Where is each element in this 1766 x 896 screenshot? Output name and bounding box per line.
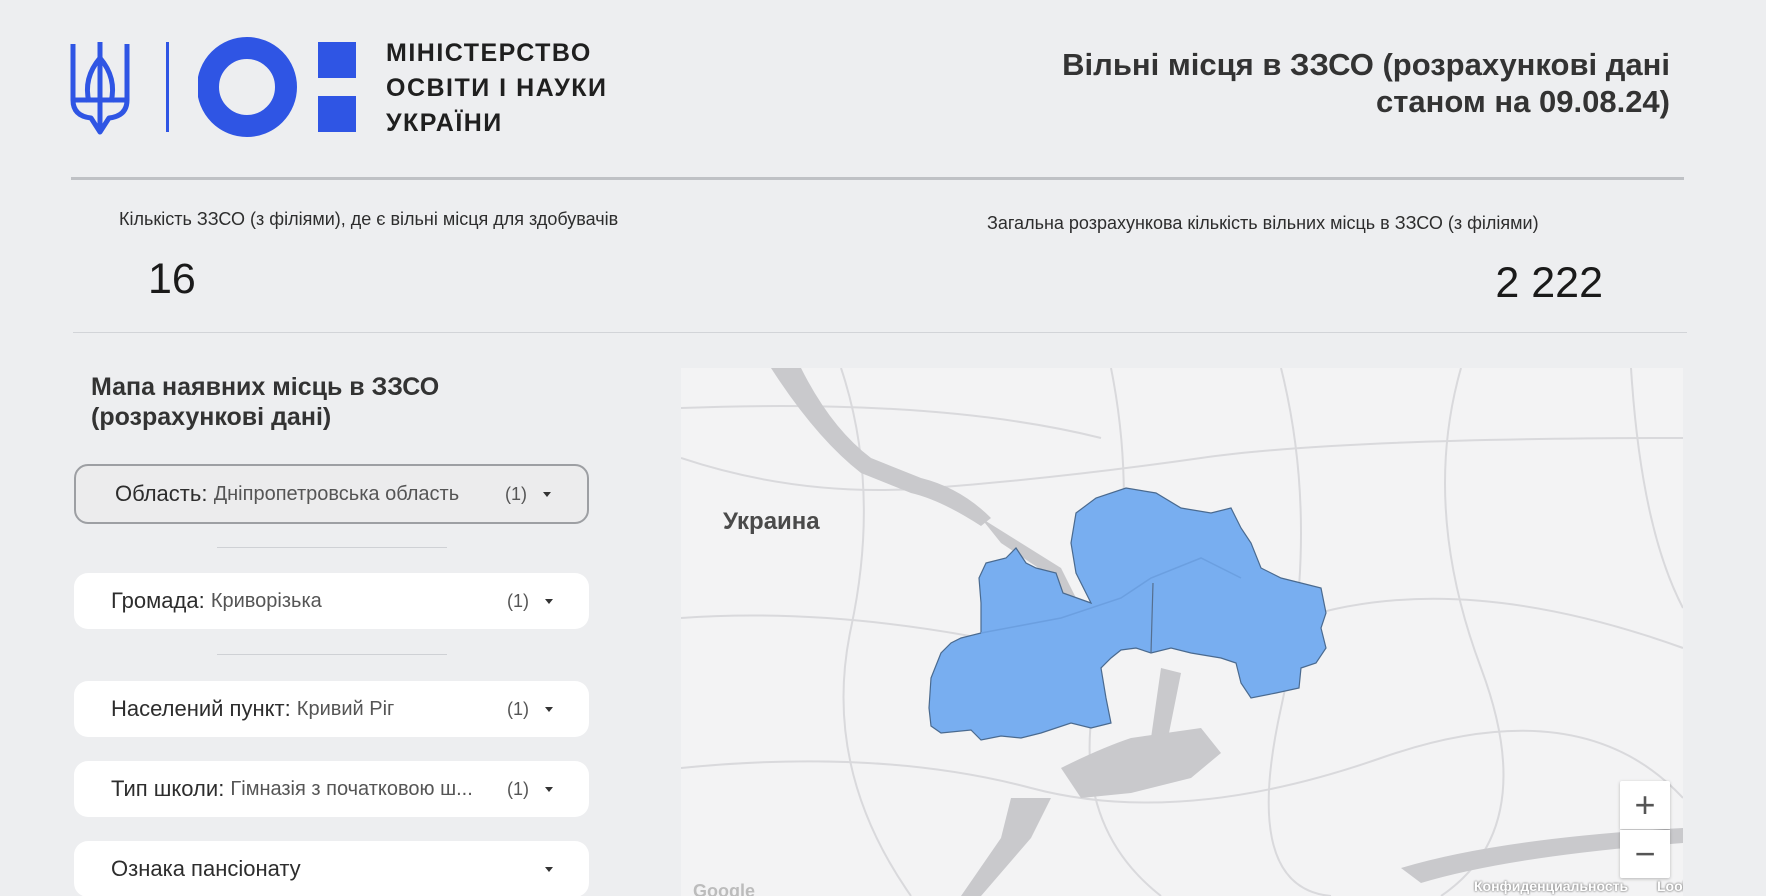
filter-value: Дніпропетровська область bbox=[213, 482, 460, 505]
map-section-title-line: (розрахункові дані) bbox=[91, 403, 332, 431]
map-section-title-line: Мапа наявних місць в ЗЗСО bbox=[91, 373, 440, 401]
map-section-title: Мапа наявних місць в ЗЗСО (розрахункові … bbox=[91, 372, 611, 432]
report-title: Вільні місця в ЗЗСО (розрахункові дані с… bbox=[910, 46, 1670, 120]
kpi-divider bbox=[73, 332, 1687, 333]
filter-hromada[interactable]: Громада: Криворізька (1) bbox=[74, 573, 589, 629]
map-view[interactable]: Украина + − Google Конфиденциальность Lo… bbox=[681, 368, 1683, 896]
logo-divider bbox=[166, 42, 169, 132]
privacy-link[interactable]: Конфиденциальность bbox=[1474, 878, 1628, 894]
looker-studio-link[interactable]: Looker Studio bbox=[1657, 878, 1683, 894]
caret-down-icon bbox=[545, 866, 553, 872]
report-title-line: Вільні місця в ЗЗСО (розрахункові дані bbox=[1062, 47, 1670, 82]
filter-separator bbox=[217, 654, 447, 655]
report-title-line: станом на 09.08.24) bbox=[1375, 84, 1670, 119]
filter-count: (1) bbox=[507, 698, 529, 719]
filter-name: Ознака пансіонату bbox=[111, 856, 301, 881]
caret-down-icon bbox=[545, 598, 553, 604]
caret-down-icon bbox=[545, 786, 553, 792]
ministry-name: МІНІСТЕРСТВО ОСВІТИ І НАУКИ УКРАЇНИ bbox=[386, 36, 608, 141]
ministry-name-line: МІНІСТЕРСТВО bbox=[386, 39, 592, 67]
kpi-schools-value: 16 bbox=[148, 255, 196, 303]
filter-value: Гімназія з початковою ш... bbox=[230, 777, 473, 800]
filter-boarding[interactable]: Ознака пансіонату bbox=[74, 841, 589, 896]
trident-icon bbox=[70, 42, 130, 135]
caret-down-icon bbox=[545, 706, 553, 712]
filter-school-type[interactable]: Тип школи: Гімназія з початковою ш... (1… bbox=[74, 761, 589, 817]
filter-oblast[interactable]: Область: Дніпропетровська область (1) bbox=[74, 464, 589, 524]
zoom-in-button[interactable]: + bbox=[1620, 781, 1670, 829]
zoom-out-button[interactable]: − bbox=[1620, 830, 1670, 878]
filter-count: (1) bbox=[507, 778, 529, 799]
filter-name: Тип школи bbox=[111, 776, 219, 801]
map-basemap bbox=[681, 368, 1683, 896]
kpi-seats-value: 2 222 bbox=[1495, 259, 1603, 307]
filter-name: Область bbox=[115, 481, 202, 506]
filter-settlement[interactable]: Населений пункт: Кривий Ріг (1) bbox=[74, 681, 589, 737]
caret-down-icon bbox=[543, 491, 551, 497]
kpi-schools-label: Кількість ЗЗСО (з філіями), де є вільні … bbox=[119, 209, 619, 229]
filter-count: (1) bbox=[507, 590, 529, 611]
filter-name: Населений пункт bbox=[111, 696, 285, 721]
ministry-name-line: УКРАЇНИ bbox=[386, 109, 503, 137]
dashboard-page: МІНІСТЕРСТВО ОСВІТИ І НАУКИ УКРАЇНИ Віль… bbox=[0, 0, 1766, 896]
google-logo: Google bbox=[693, 881, 755, 896]
filter-separator bbox=[217, 547, 447, 548]
filter-value: Криворізька bbox=[210, 589, 322, 612]
filter-count: (1) bbox=[505, 483, 527, 504]
header-divider bbox=[71, 177, 1684, 180]
kpi-seats-label: Загальна розрахункова кількість вільних … bbox=[987, 213, 1539, 233]
filter-name: Громада bbox=[111, 588, 199, 613]
mon-logo-icon bbox=[198, 37, 356, 137]
map-country-label: Украина bbox=[723, 508, 820, 535]
filter-value: Кривий Ріг bbox=[296, 697, 395, 720]
ministry-name-line: ОСВІТИ І НАУКИ bbox=[386, 74, 608, 102]
